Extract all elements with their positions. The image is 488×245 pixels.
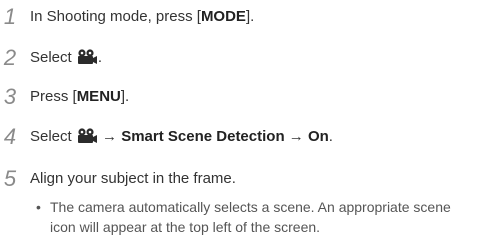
step-1: 1 In Shooting mode, press [MODE].	[0, 6, 488, 28]
mode-button-label: MODE	[200, 8, 246, 25]
step-3: 3 Press [MENU].	[0, 86, 488, 108]
step-number: 2	[3, 45, 17, 70]
arrow: →	[102, 128, 118, 145]
menu-button-label: MENU	[76, 88, 121, 105]
on-option-label: On	[307, 128, 329, 145]
step-number: 4	[3, 124, 17, 149]
step-text: Select → Smart Scene Detection → On.	[30, 128, 333, 145]
arrow: →	[288, 128, 304, 145]
step-text: Select .	[30, 49, 103, 66]
step-text: In Shooting mode, press [MODE].	[30, 8, 255, 25]
bullet-marker: •	[36, 199, 41, 215]
movie-camera-icon	[77, 49, 97, 64]
step-5: 5 Align your subject in the frame.	[0, 168, 488, 190]
step-text: Press [MENU].	[30, 88, 130, 105]
smart-scene-detection-label: Smart Scene Detection	[121, 128, 285, 145]
step-number: 5	[3, 166, 17, 191]
movie-camera-icon	[77, 128, 97, 143]
step-number: 1	[3, 4, 17, 29]
bullet-note: • The camera automatically selects a sce…	[36, 197, 476, 237]
step-2: 2 Select .	[0, 47, 488, 69]
step-number: 3	[3, 84, 17, 109]
step-4: 4 Select → Smart Scene Detection → On.	[0, 126, 488, 148]
bullet-text: The camera automatically selects a scene…	[50, 199, 451, 235]
step-text: Align your subject in the frame.	[30, 170, 236, 187]
